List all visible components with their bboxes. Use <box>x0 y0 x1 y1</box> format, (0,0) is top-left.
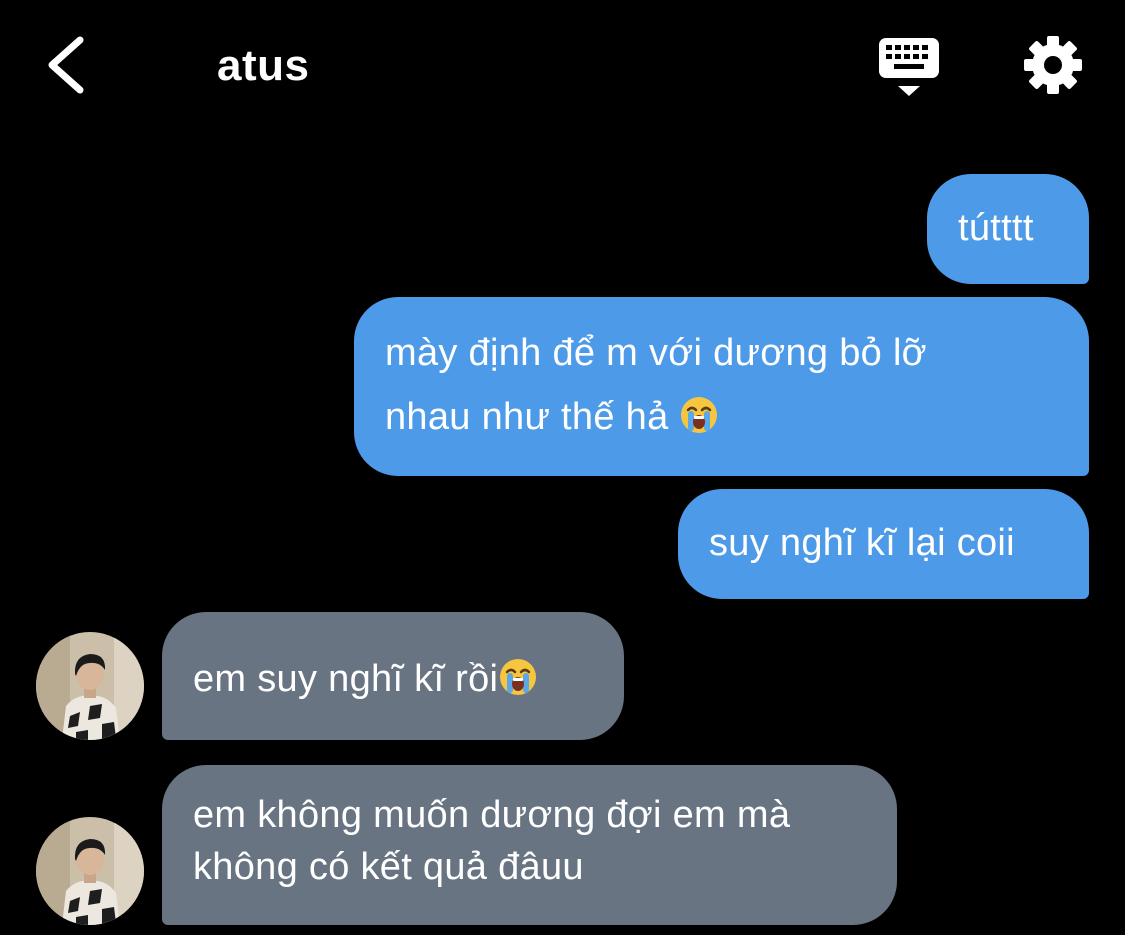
outgoing-message-bubble[interactable]: suy nghĩ kĩ lại coii <box>678 489 1089 599</box>
loudly-crying-face-emoji <box>498 656 538 714</box>
avatar-image <box>36 817 144 925</box>
message-text-line: nhau như thế hả <box>385 385 1089 455</box>
loudly-crying-face-emoji <box>679 391 719 455</box>
gear-icon <box>1024 36 1082 94</box>
avatar-image <box>36 632 144 740</box>
loudly-crying-face-icon <box>500 659 537 695</box>
message-text: nhau như thế hả <box>385 396 669 438</box>
message-text-line: em không muốn dương đợi em mà <box>193 794 791 836</box>
keyboard-button[interactable] <box>876 36 942 100</box>
keyboard-icon <box>879 38 939 96</box>
message-text: em suy nghĩ kĩ rồi <box>193 658 499 700</box>
message-text-line: không có kết quả đâuu <box>193 846 584 888</box>
incoming-message-bubble[interactable]: em suy nghĩ kĩ rồi <box>162 612 624 740</box>
chevron-left-icon <box>48 36 84 94</box>
incoming-message-bubble[interactable]: em không muốn dương đợi em mà không có k… <box>162 765 897 925</box>
back-button[interactable] <box>40 30 100 100</box>
contact-avatar[interactable] <box>36 632 144 740</box>
message-text: suy nghĩ kĩ lại coii <box>709 522 1015 564</box>
chat-title: atus <box>217 41 310 90</box>
loudly-crying-face-icon <box>681 397 718 433</box>
outgoing-message-bubble[interactable]: mày định để m với dương bỏ lỡ nhau như t… <box>354 297 1089 476</box>
outgoing-message-bubble[interactable]: tútttt <box>927 174 1089 284</box>
chat-header: atus <box>0 0 1125 140</box>
message-text: tútttt <box>958 207 1034 249</box>
message-text-line: mày định để m với dương bỏ lỡ <box>385 332 927 374</box>
contact-avatar[interactable] <box>36 817 144 925</box>
settings-button[interactable] <box>1022 34 1084 96</box>
